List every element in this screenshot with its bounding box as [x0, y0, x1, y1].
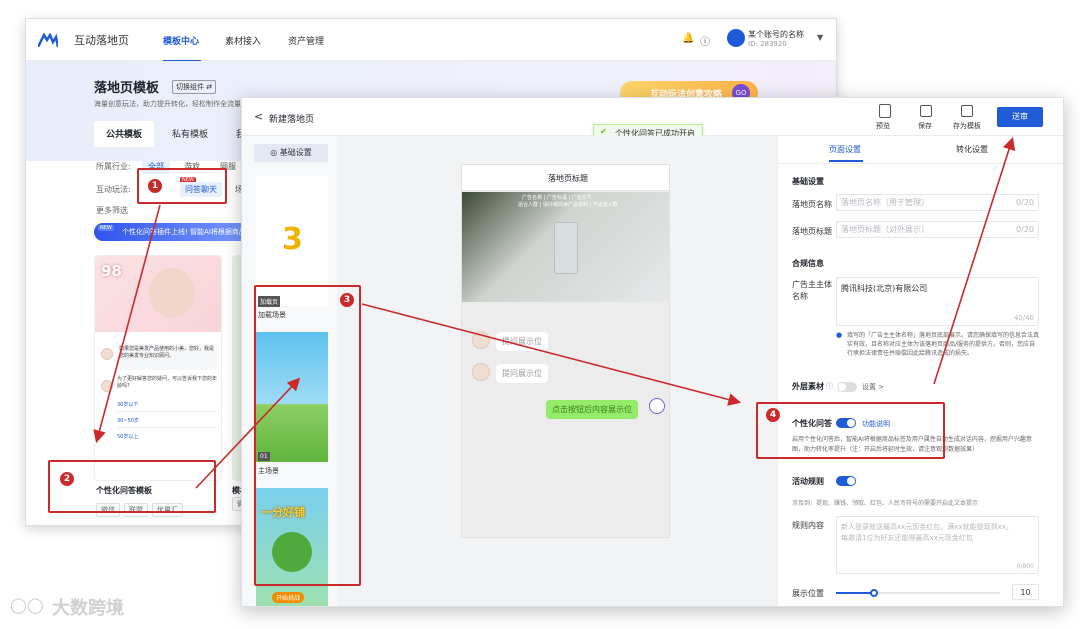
annotation-arrows — [93, 136, 1016, 489]
watermark-logo-icon: ◯◯ — [10, 596, 44, 614]
arrow-4-to-submit — [933, 136, 1016, 385]
arrow-2-to-3 — [195, 377, 301, 489]
arrow-1-to-2 — [93, 204, 161, 444]
watermark: 大数跨境 — [52, 598, 124, 619]
arrow-3-to-4 — [361, 303, 742, 406]
